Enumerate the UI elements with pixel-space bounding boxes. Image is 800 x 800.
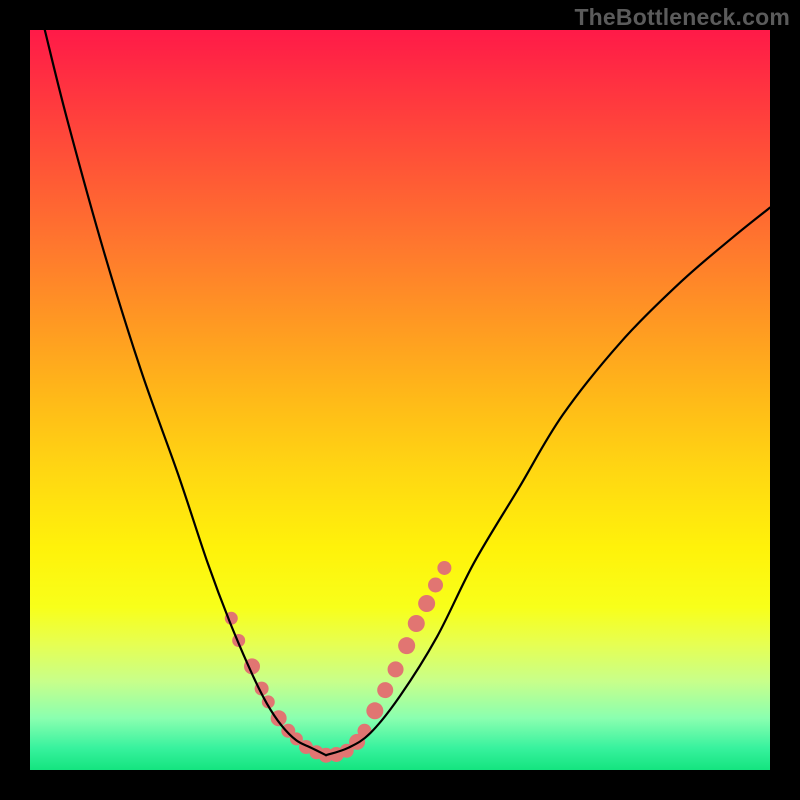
guide-dot — [366, 702, 383, 719]
chart-svg — [30, 30, 770, 770]
guide-dot — [418, 595, 435, 612]
guide-dot — [437, 561, 451, 575]
marker-layer — [225, 561, 452, 763]
watermark-text: TheBottleneck.com — [574, 4, 790, 31]
plot-area — [30, 30, 770, 770]
left-curve — [45, 30, 326, 755]
guide-dot — [377, 682, 393, 698]
guide-dot — [357, 724, 371, 738]
chart-frame: TheBottleneck.com — [0, 0, 800, 800]
guide-dot — [398, 637, 415, 654]
guide-dot — [428, 578, 443, 593]
guide-dot — [388, 661, 404, 677]
guide-dot — [408, 615, 425, 632]
